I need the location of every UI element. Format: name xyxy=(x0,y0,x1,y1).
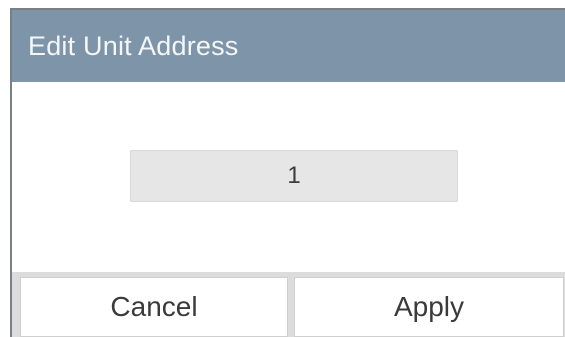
cancel-button[interactable]: Cancel xyxy=(20,277,288,337)
edit-unit-address-dialog: Edit Unit Address 1 Cancel Apply xyxy=(10,8,565,337)
screen: Edit Unit Address 1 Cancel Apply xyxy=(0,0,565,337)
unit-address-field[interactable]: 1 xyxy=(130,150,458,202)
apply-button[interactable]: Apply xyxy=(294,277,564,337)
dialog-body: 1 xyxy=(12,82,565,272)
dialog-title: Edit Unit Address xyxy=(28,30,239,61)
dialog-button-bar: Cancel Apply xyxy=(12,272,565,337)
dialog-title-bar: Edit Unit Address xyxy=(12,10,565,82)
